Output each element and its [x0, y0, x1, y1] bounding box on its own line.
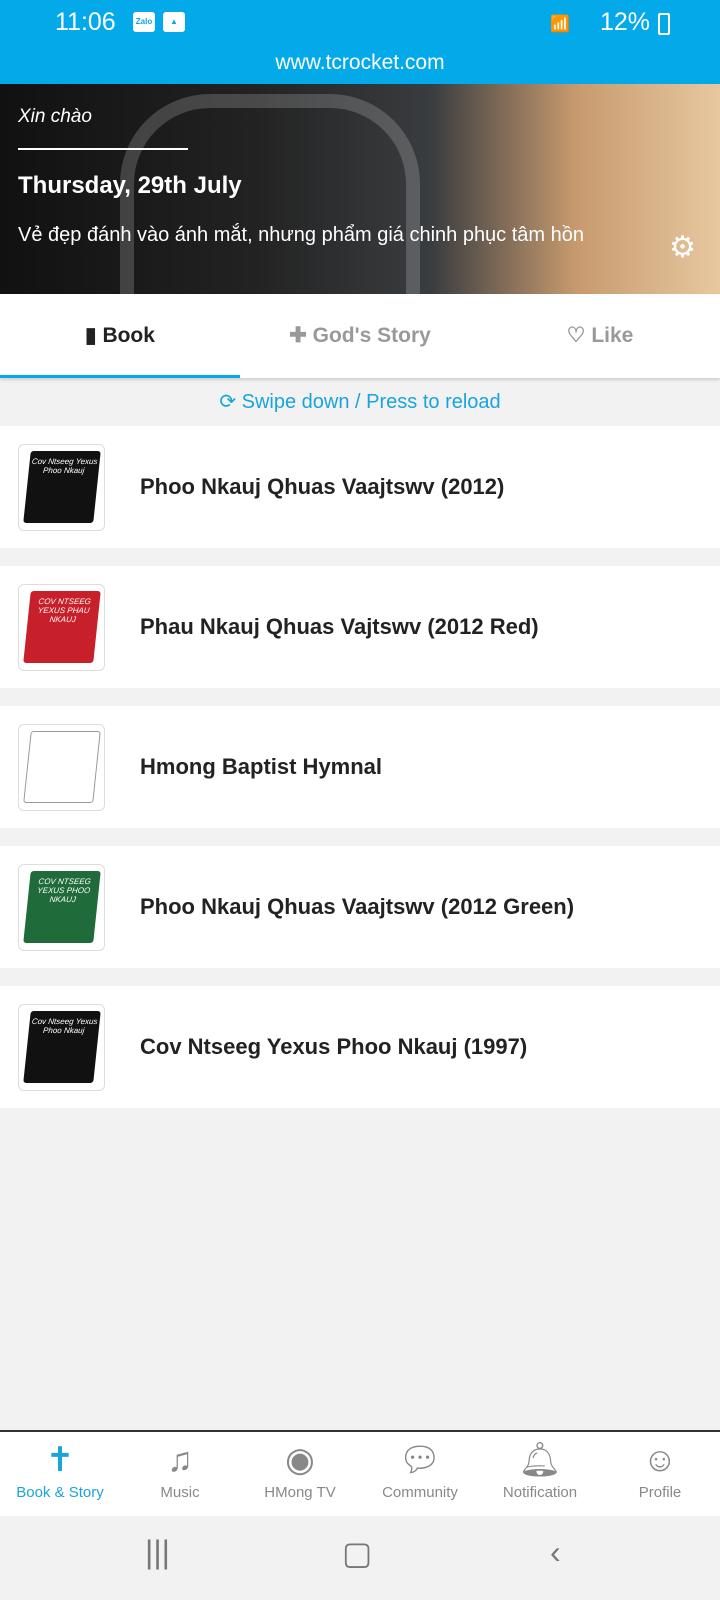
book-title: Hmong Baptist Hymnal — [140, 754, 383, 779]
tab-book[interactable]: ▮ Book — [0, 294, 240, 378]
system-nav: ||| ▢ ‹ — [0, 1516, 720, 1600]
nav-profile[interactable]: ☺ Profile — [600, 1432, 720, 1518]
gear-icon[interactable]: ⚙ — [669, 230, 696, 265]
recents-icon[interactable]: ||| — [145, 1534, 170, 1571]
tab-like[interactable]: ♡ Like — [480, 294, 720, 378]
tab-gods-story[interactable]: ✚ God's Story — [240, 294, 480, 378]
nav-music[interactable]: ♫ Music — [120, 1432, 240, 1518]
refresh-icon: ⟳ — [219, 391, 242, 413]
greeting: Xin chào — [18, 106, 92, 127]
book-cover: Cov Ntseeg Yexus Phoo Nkauj — [18, 1004, 105, 1091]
wifi-signal-icon: 📶 — [550, 16, 570, 33]
status-bar: 11:06 Zalo ▲ 📶 12% — [0, 0, 720, 48]
quote: Vẻ đẹp đánh vào ánh mắt, nhưng phẩm giá … — [18, 224, 585, 246]
book-list-item[interactable]: COV NTSEEG YEXUS PHOO NKAUJ Phoo Nkauj Qh… — [0, 846, 720, 968]
book-title: Phoo Nkauj Qhuas Vaajtswv (2012) — [140, 474, 505, 499]
divider — [18, 148, 188, 150]
user-icon: ☺ — [642, 1441, 678, 1479]
tab-bar: ▮ Book ✚ God's Story ♡ Like — [0, 294, 720, 378]
book-icon: ▮ — [85, 324, 103, 347]
bottom-nav: ✝ Book & Story ♫ Music ◉ HMong TV 💬︎ Communi… — [0, 1430, 720, 1516]
book-list-item[interactable]: Cov Ntseeg Yexus Phoo Nkauj Cov Ntseeg Ye… — [0, 986, 720, 1108]
book-cover: COV NTSEEG YEXUS PHAU NKAUJ — [18, 584, 105, 671]
nav-book-story[interactable]: ✝ Book & Story — [0, 1432, 120, 1518]
book-cover: Cov Ntseeg Yexus Phoo Nkauj — [18, 444, 105, 531]
nav-notification[interactable]: 🔔︎ Notification — [480, 1432, 600, 1518]
zalo-icon: Zalo — [133, 12, 155, 32]
book-title: Cov Ntseeg Yexus Phoo Nkauj (1997) — [140, 1034, 528, 1059]
bible-plus-icon: ✚ — [289, 324, 313, 347]
date: Thursday, 29th July — [18, 172, 242, 199]
battery-icon — [658, 13, 670, 35]
podcast-icon: ◉ — [285, 1441, 315, 1479]
chat-icon: 💬︎ — [398, 1441, 442, 1479]
book-cover: COV NTSEEG YEXUS PHOO NKAUJ — [18, 864, 105, 951]
heart-icon: ♡ — [566, 324, 592, 347]
battery-level: 12% — [599, 8, 650, 36]
clock: 11:06 — [55, 8, 116, 36]
home-icon[interactable]: ▢ — [342, 1534, 372, 1572]
book-list-item[interactable]: COV NTSEEG YEXUS PHAU NKAUJ Phau Nkauj Qh… — [0, 566, 720, 688]
book-cover — [18, 724, 105, 811]
bible-icon: ✝ — [45, 1441, 75, 1479]
bell-icon: 🔔︎ — [518, 1441, 562, 1479]
gallery-icon: ▲ — [163, 12, 185, 32]
book-title: Phau Nkauj Qhuas Vajtswv (2012 Red) — [140, 614, 539, 639]
reload-button[interactable]: ⟳ Swipe down / Press to reload — [0, 378, 720, 426]
hero-banner: Xin chào Thursday, 29th July Vẻ đẹp đánh… — [0, 84, 720, 294]
music-icon: ♫ — [167, 1441, 193, 1479]
nav-hmong-tv[interactable]: ◉ HMong TV — [240, 1432, 360, 1518]
book-list-item[interactable]: Cov Ntseeg Yexus Phoo Nkauj Phoo Nkauj Qh… — [0, 426, 720, 548]
nav-community[interactable]: 💬︎ Community — [360, 1432, 480, 1518]
url-bar: www.tcrocket.com — [0, 48, 720, 84]
back-icon[interactable]: ‹ — [550, 1534, 561, 1571]
book-list-item[interactable]: Hmong Baptist Hymnal — [0, 706, 720, 828]
book-title: Phoo Nkauj Qhuas Vaajtswv (2012 Green) — [140, 894, 575, 919]
